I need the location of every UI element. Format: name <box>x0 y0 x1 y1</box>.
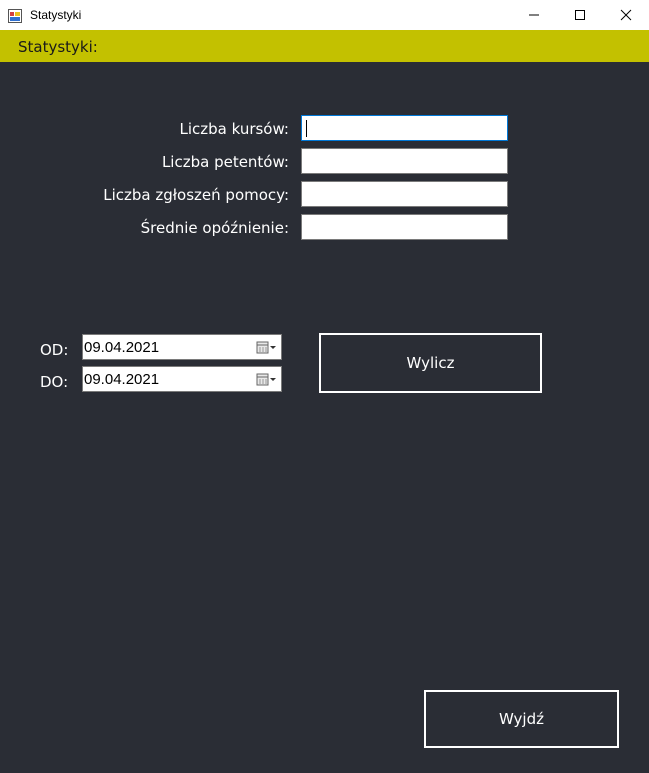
to-date-label: DO: <box>40 373 69 391</box>
text-caret <box>306 120 307 137</box>
exit-button[interactable]: Wyjdź <box>424 690 619 748</box>
courses-field[interactable] <box>301 115 508 141</box>
maximize-button[interactable] <box>557 0 603 30</box>
calendar-dropdown-icon[interactable] <box>255 340 279 356</box>
app-form-icon <box>8 8 22 23</box>
header-band: Statystyki: <box>0 30 649 62</box>
from-date-value: 09.04.2021 <box>84 339 160 356</box>
close-button[interactable] <box>603 0 649 30</box>
header-title: Statystyki: <box>18 38 98 56</box>
applicants-label: Liczba petentów: <box>161 153 289 171</box>
avg-delay-label: Średnie opóźnienie: <box>140 219 289 237</box>
minimize-button[interactable] <box>511 0 557 30</box>
courses-label: Liczba kursów: <box>179 120 289 138</box>
help-requests-field[interactable] <box>301 181 508 207</box>
calendar-dropdown-icon[interactable] <box>255 372 279 388</box>
from-date-label: OD: <box>40 341 69 359</box>
title-bar: Statystyki <box>0 0 649 30</box>
to-date-value: 09.04.2021 <box>84 371 160 388</box>
to-date-picker[interactable]: 09.04.2021 <box>82 366 282 392</box>
maximize-icon <box>575 10 585 20</box>
calculate-button[interactable]: Wylicz <box>319 333 542 393</box>
applicants-field[interactable] <box>301 148 508 174</box>
close-icon <box>620 9 632 21</box>
from-date-picker[interactable]: 09.04.2021 <box>82 334 282 360</box>
window-title: Statystyki <box>30 8 82 22</box>
help-requests-label: Liczba zgłoszeń pomocy: <box>103 186 289 204</box>
avg-delay-field[interactable] <box>301 214 508 240</box>
minimize-icon <box>529 14 539 16</box>
